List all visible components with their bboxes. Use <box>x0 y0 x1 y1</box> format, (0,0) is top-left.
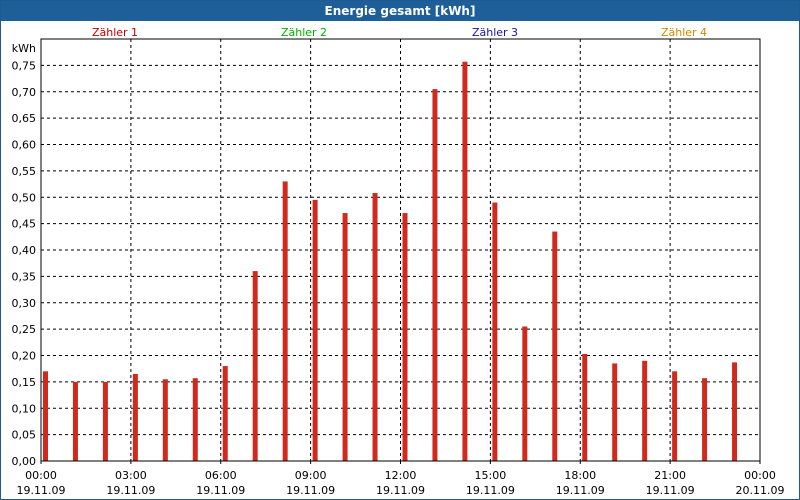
bar <box>432 89 438 462</box>
bar <box>492 202 498 461</box>
x-tick-time-label: 18:00 <box>564 469 596 482</box>
x-tick-date-label: 19.11.09 <box>196 484 245 497</box>
bar <box>642 360 648 461</box>
y-tick-label: 0,60 <box>12 139 37 152</box>
y-tick-label: 0,55 <box>12 165 37 178</box>
bar <box>612 363 618 461</box>
y-tick-label: 0,05 <box>12 429 37 442</box>
x-tick-date-label: 19.11.09 <box>106 484 155 497</box>
y-tick-label: 0,25 <box>12 323 37 336</box>
bar <box>312 199 318 461</box>
bar <box>372 193 378 461</box>
y-tick-label: 0,40 <box>12 244 37 257</box>
x-tick-date-label: 19.11.09 <box>17 484 66 497</box>
x-tick-date-label: 19.11.09 <box>376 484 425 497</box>
bar <box>162 379 168 461</box>
bar <box>222 366 228 461</box>
bar <box>462 61 468 462</box>
x-tick-time-label: 06:00 <box>205 469 237 482</box>
bar <box>102 381 108 461</box>
x-tick-date-label: 19.11.09 <box>556 484 605 497</box>
y-tick-label: 0,00 <box>12 455 37 468</box>
bar <box>132 373 138 461</box>
y-tick-label: 0,30 <box>12 297 37 310</box>
x-tick-time-label: 03:00 <box>115 469 147 482</box>
y-tick-label: 0,65 <box>12 112 37 125</box>
bar <box>282 181 288 462</box>
x-tick-time-label: 00:00 <box>744 469 776 482</box>
x-tick-time-label: 21:00 <box>654 469 686 482</box>
bar <box>342 213 348 461</box>
legend-item-label: Zähler 3 <box>472 26 518 39</box>
legend-item-label: Zähler 2 <box>281 26 327 39</box>
y-tick-label: 0,75 <box>12 59 37 72</box>
y-tick-label: 0,15 <box>12 376 37 389</box>
bar <box>192 378 198 461</box>
bar <box>672 371 678 461</box>
bar <box>402 213 408 461</box>
x-tick-time-label: 00:00 <box>25 469 57 482</box>
legend-item-label: Zähler 4 <box>661 26 707 39</box>
chart-legend: Zähler 1 Zähler 2 Zähler 3 Zähler 4 <box>92 26 707 39</box>
x-tick-date-label: 20.11.09 <box>736 484 785 497</box>
y-tick-label: 0,50 <box>12 191 37 204</box>
bar <box>552 231 558 461</box>
y-axis-unit-label: kWh <box>12 42 36 55</box>
bar <box>582 353 588 461</box>
x-tick-time-label: 12:00 <box>385 469 417 482</box>
bar <box>42 371 48 461</box>
x-tick-time-label: 09:00 <box>295 469 327 482</box>
bar <box>702 378 708 461</box>
legend-item-label: Zähler 1 <box>92 26 138 39</box>
bar <box>522 326 528 461</box>
chart-grid <box>41 39 760 461</box>
y-tick-label: 0,20 <box>12 350 37 363</box>
x-tick-date-label: 19.11.09 <box>286 484 335 497</box>
bar <box>252 271 258 461</box>
x-tick-date-label: 19.11.09 <box>646 484 695 497</box>
bar <box>732 362 738 461</box>
y-tick-label: 0,45 <box>12 218 37 231</box>
x-tick-time-label: 15:00 <box>475 469 507 482</box>
x-tick-date-label: 19.11.09 <box>466 484 515 497</box>
y-tick-label: 0,35 <box>12 270 37 283</box>
bar <box>72 381 78 461</box>
y-tick-label: 0,70 <box>12 86 37 99</box>
y-tick-label: 0,10 <box>12 402 37 415</box>
energy-chart: Zähler 1 Zähler 2 Zähler 3 Zähler 4 0,00 0,0… <box>12 26 785 497</box>
